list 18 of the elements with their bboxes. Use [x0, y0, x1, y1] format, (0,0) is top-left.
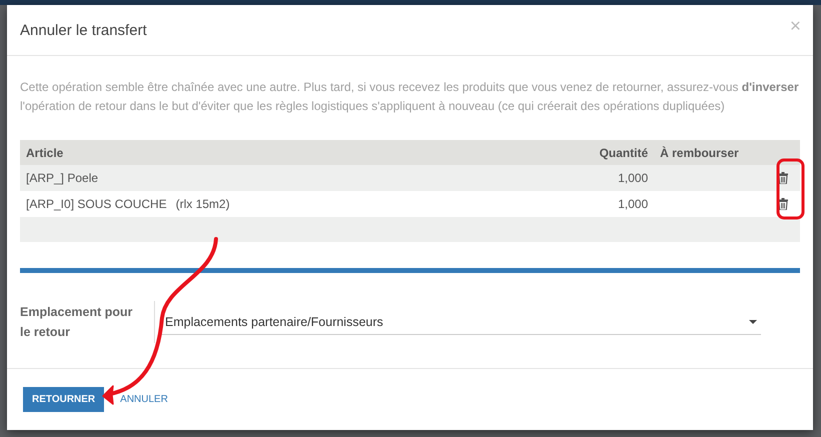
column-header: Quantité — [572, 140, 654, 165]
column-header: À rembourser — [654, 140, 766, 165]
quantity-value: 1,000 — [618, 197, 648, 211]
quantity-value: 1,000 — [618, 171, 648, 185]
caret-icon — [749, 320, 757, 324]
highlight-outline — [776, 158, 804, 220]
warning-message: Cette opération semble être chaînée avec une autre. Plus tard, si vous recevez les produits que vous venez de retourner, assurez-vous d'inverser l'opération de retour dans le but d'éviter que les règles logistiques s'appliquent à nouveau (ce qui créerait des opérations dupliquées) — [20, 79, 800, 115]
field-label: Emplacement pour le retour — [20, 304, 134, 341]
cancel-link[interactable]: ANNULER — [116, 387, 172, 412]
trash-icon[interactable] — [778, 172, 788, 184]
article-note: (rlx 15m2) — [176, 197, 230, 211]
dialog-title: Annuler le transfert — [20, 22, 147, 38]
return-button[interactable]: RETOURNER — [23, 387, 104, 412]
trash-icon[interactable] — [778, 198, 788, 210]
article-name: [ARP_I0] SOUS COUCHE — [26, 197, 167, 211]
article-name: [ARP_] Poele — [26, 171, 98, 185]
location-select[interactable]: Emplacements partenaire/Fournisseurs — [161, 309, 761, 335]
column-header: Article — [20, 140, 572, 165]
